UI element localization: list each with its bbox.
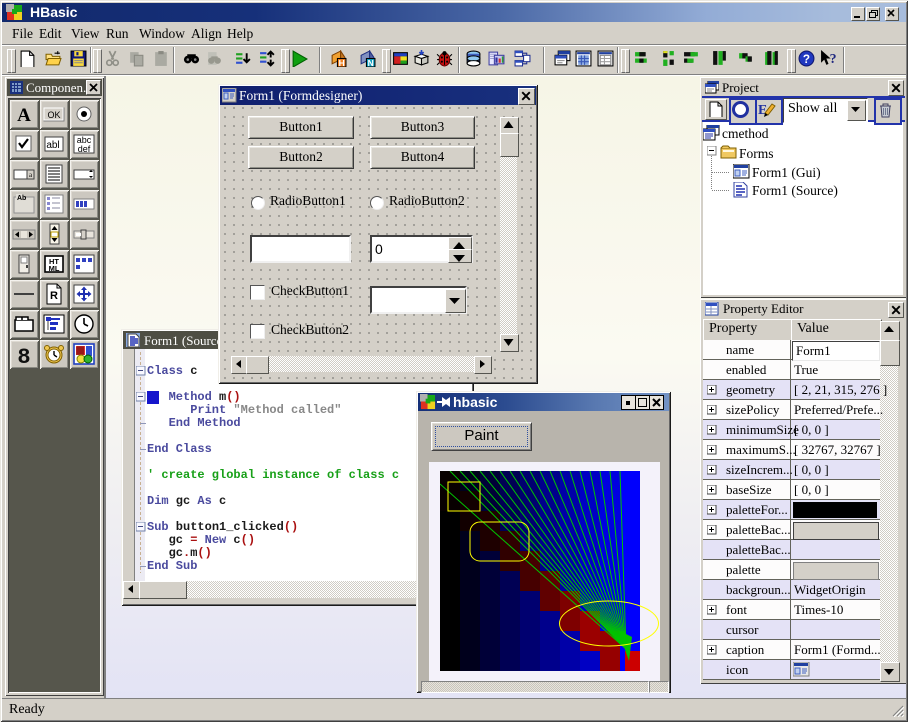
svg-text:?: ? <box>830 51 837 66</box>
svg-text:8: 8 <box>17 345 30 366</box>
svg-text:?: ? <box>803 53 810 66</box>
svg-text:ML: ML <box>49 264 60 273</box>
svg-text:A: A <box>17 105 31 126</box>
svg-text:abl: abl <box>46 140 59 151</box>
svg-text:Ab: Ab <box>17 195 26 202</box>
svg-text:def: def <box>78 144 91 154</box>
svg-text:R: R <box>50 290 58 302</box>
svg-text:N: N <box>368 58 374 67</box>
svg-text:H: H <box>339 58 345 67</box>
svg-text:OK: OK <box>47 110 60 120</box>
